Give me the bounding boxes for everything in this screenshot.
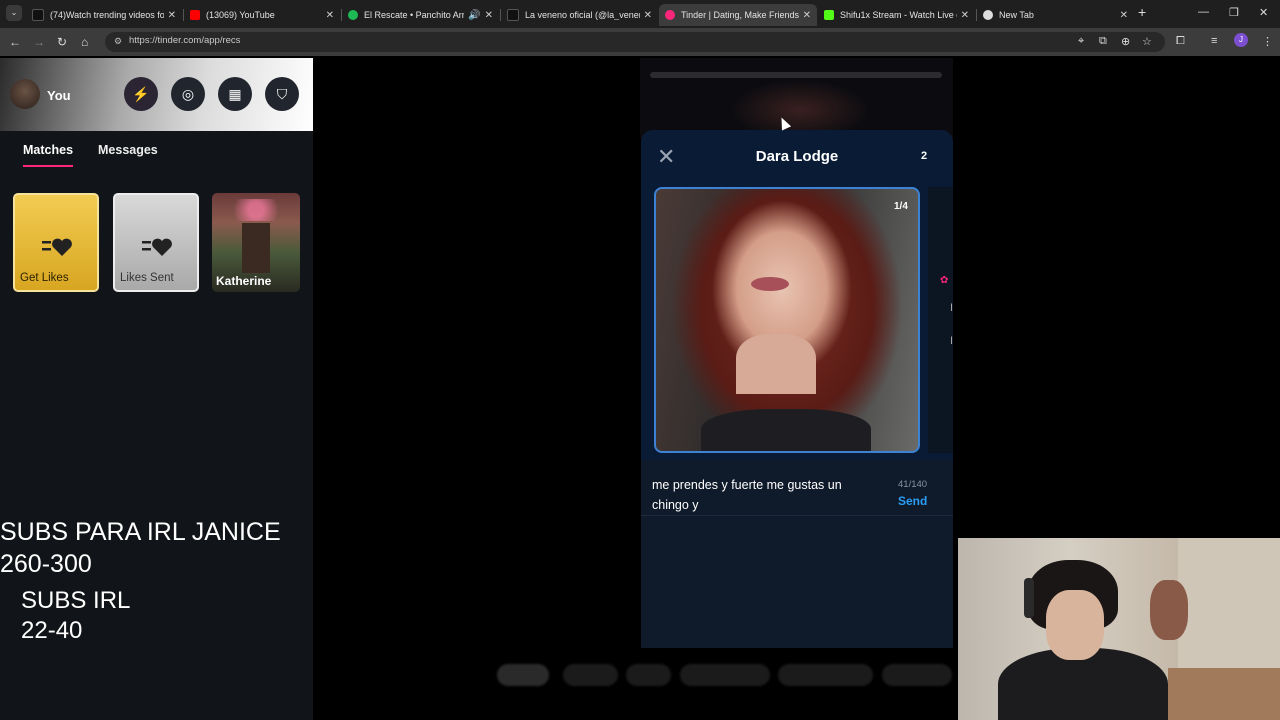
close-tab-icon[interactable]: ✕: [1120, 10, 1128, 21]
user-avatar[interactable]: [10, 79, 40, 109]
webcam-plush: [1150, 580, 1188, 640]
message-input[interactable]: me prendes y fuerte me gustas un chingo …: [652, 475, 877, 515]
blurred-control: [497, 664, 549, 686]
profile-photo[interactable]: 1/4: [654, 187, 920, 453]
site-info-icon[interactable]: ⚙: [114, 36, 122, 47]
chrome-icon: [983, 10, 993, 20]
overlay-line-4: 22-40: [21, 617, 83, 644]
close-tab-icon[interactable]: ✕: [485, 10, 493, 21]
tiktok-icon: [507, 9, 519, 21]
webcam-person-face: [1046, 590, 1104, 660]
tab-kick-stream[interactable]: Shifu1x Stream - Watch Live on ✕: [818, 4, 975, 26]
overlay-line-3: SUBS IRL: [21, 587, 131, 614]
address-bar[interactable]: ⚙ https://tinder.com/app/recs: [105, 32, 1165, 52]
blurred-control: [778, 664, 873, 686]
match-photo-door: [242, 223, 270, 273]
photo-progress-bar: [650, 72, 942, 78]
zoom-icon[interactable]: ⊕: [1121, 35, 1130, 48]
tab-search-icon[interactable]: ⌄: [6, 5, 22, 21]
photo-neck: [736, 334, 816, 394]
tab-spotify[interactable]: El Rescate • Panchito Arred 🔊 ✕: [342, 4, 499, 26]
match-photo-decoration: [220, 199, 292, 221]
reload-icon[interactable]: ↻: [57, 33, 67, 51]
overlay-line-1: SUBS PARA IRL JANICE: [0, 518, 281, 546]
home-icon[interactable]: ⌂: [81, 33, 88, 51]
tab-messages[interactable]: Messages: [98, 143, 158, 157]
close-tab-icon[interactable]: ✕: [961, 10, 969, 21]
match-name: Katherine: [216, 274, 272, 288]
tab-new-tab[interactable]: New Tab ✕: [977, 4, 1134, 26]
back-icon[interactable]: ←: [9, 33, 21, 51]
blurred-control: [882, 664, 952, 686]
restore-icon[interactable]: ❐: [1229, 6, 1239, 19]
kick-icon: [824, 10, 834, 20]
likes-sent-label: Likes Sent: [120, 272, 174, 284]
tab-tiktok-trending[interactable]: (74)Watch trending videos for y ✕: [26, 4, 182, 26]
close-tab-icon[interactable]: ✕: [803, 10, 811, 21]
background-card-blurred: [640, 58, 953, 140]
flame-icon: ✿: [940, 275, 949, 286]
blurred-control: [680, 664, 770, 686]
minimize-icon[interactable]: —: [1198, 6, 1209, 18]
webcam-desk: [1168, 668, 1280, 720]
bookmark-star-icon[interactable]: ☆: [1142, 35, 1152, 48]
tinder-icon: [665, 10, 675, 20]
photo-clothing: [701, 409, 871, 451]
close-tab-icon[interactable]: ✕: [168, 10, 176, 21]
boost-bolt-icon[interactable]: ⚡: [124, 77, 158, 111]
tab-tinder[interactable]: Tinder | Dating, Make Friends & ✕: [659, 4, 817, 26]
peek-line-icon: I: [950, 302, 953, 314]
heart-speed-icon: [42, 238, 72, 256]
blurred-control: [563, 664, 618, 686]
photo-index: 1/4: [894, 201, 908, 212]
menu-kebab-icon[interactable]: ⋮: [1262, 35, 1273, 48]
sidebar-header: You ⚡ ◎ ▦ ⛉: [0, 58, 313, 131]
user-label[interactable]: You: [47, 88, 71, 103]
profile-avatar[interactable]: J: [1234, 33, 1248, 47]
profile-name: Dara Lodge: [755, 148, 839, 165]
browser-tab-bar: ⌄ (74)Watch trending videos for y ✕ (130…: [0, 0, 1280, 28]
browser-toolbar: ← → ↻ ⌂ ⚙ https://tinder.com/app/recs ⌖ …: [0, 28, 1280, 56]
character-count: 41/140: [898, 479, 928, 490]
peek-line-icon: I: [950, 335, 953, 347]
close-tab-icon[interactable]: ✕: [326, 10, 334, 21]
close-window-icon[interactable]: ✕: [1259, 6, 1268, 19]
tiktok-icon: [32, 9, 44, 21]
headset-icon: [1024, 578, 1034, 618]
extensions-icon[interactable]: ⧠: [1176, 35, 1185, 48]
heart-speed-icon: [142, 238, 172, 256]
close-tab-icon[interactable]: ✕: [644, 10, 652, 21]
sidebar-tabs: Matches Messages: [0, 131, 313, 171]
forward-icon[interactable]: →: [33, 33, 45, 51]
tab-youtube[interactable]: (13069) YouTube ✕: [184, 4, 340, 26]
webcam-feed: [958, 538, 1280, 720]
profile-message-panel: ✕ Dara Lodge 2 1/4 ✿ I I me prendes y fu…: [641, 130, 953, 648]
spotify-icon: [348, 10, 358, 20]
media-control-icon[interactable]: ≡: [1211, 35, 1217, 47]
cast-icon[interactable]: ⧉: [1099, 35, 1107, 48]
speaker-icon[interactable]: 🔊: [468, 10, 480, 21]
next-card-peek: ✿ I I: [928, 187, 953, 453]
likes-sent-card[interactable]: Likes Sent: [113, 193, 199, 292]
send-button[interactable]: Send: [898, 494, 927, 508]
youtube-icon: [190, 10, 200, 20]
url-text: https://tinder.com/app/recs: [129, 35, 241, 46]
photo-lips: [751, 277, 789, 291]
tab-matches[interactable]: Matches: [23, 143, 73, 157]
safety-shield-icon[interactable]: ⛉: [265, 77, 299, 111]
profile-count-badge: 2: [921, 150, 928, 162]
tab-tiktok-veneno[interactable]: La veneno oficial (@la_venenit ✕: [501, 4, 658, 26]
explore-compass-icon[interactable]: ◎: [171, 77, 205, 111]
overlay-line-2: 260-300: [0, 550, 92, 578]
new-tab-icon[interactable]: +: [1138, 4, 1146, 20]
match-card-katherine[interactable]: Katherine: [212, 193, 300, 292]
get-likes-label: Get Likes: [20, 272, 69, 284]
location-icon[interactable]: ⌖: [1078, 35, 1084, 48]
divider: [641, 515, 953, 516]
get-likes-card[interactable]: Get Likes: [13, 193, 99, 292]
blurred-control: [626, 664, 671, 686]
work-briefcase-icon[interactable]: ▦: [218, 77, 252, 111]
active-tab-indicator: [23, 165, 73, 167]
